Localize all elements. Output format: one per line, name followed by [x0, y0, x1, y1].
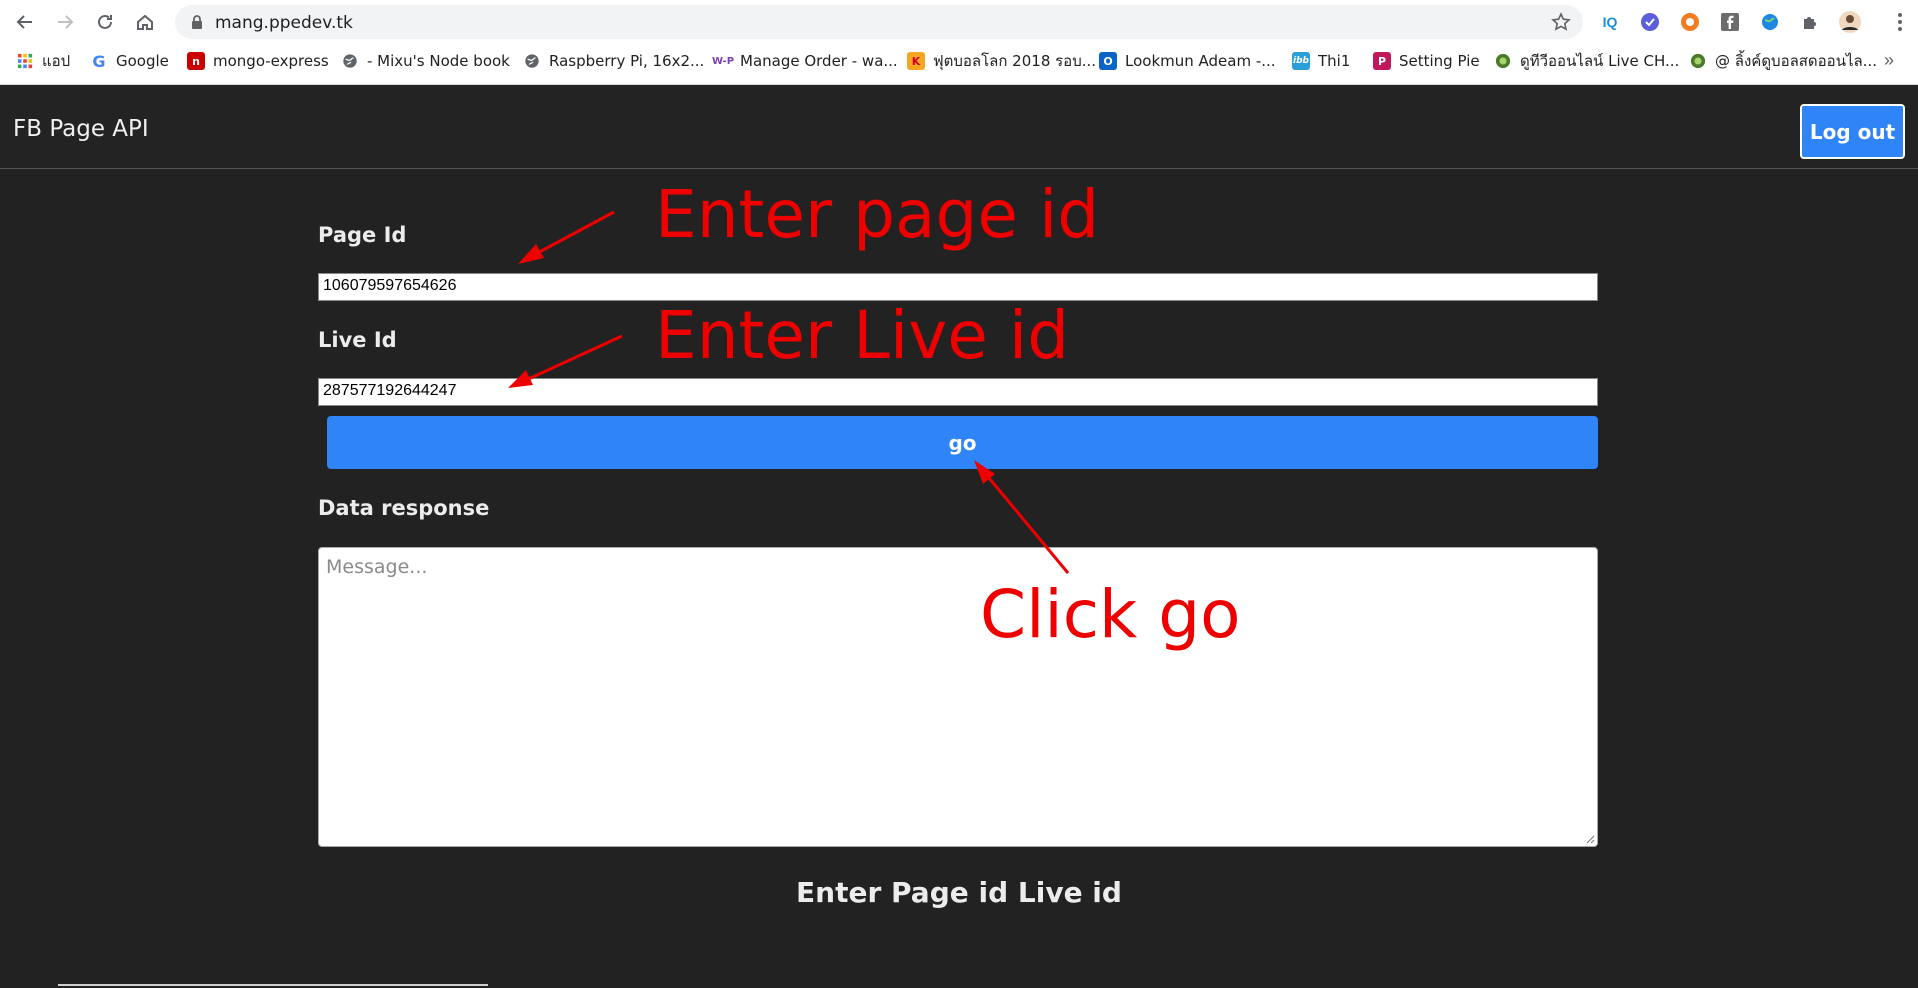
annotation-enter-live-id: Enter Live id — [655, 297, 1070, 374]
bookmark-manage-order[interactable]: W-P Manage Order - wa... — [711, 50, 898, 72]
browser-chrome: mang.ppedev.tk IQ แอป G Google n mongo-e… — [0, 0, 1918, 85]
textarea-placeholder: Message... — [326, 556, 428, 578]
annotation-click-go: Click go — [980, 576, 1241, 653]
bottom-divider — [58, 984, 488, 986]
lock-icon — [192, 15, 202, 29]
bookmark-mixu-node-book[interactable]: - Mixu's Node book — [341, 50, 510, 72]
data-response-label: Data response — [318, 496, 490, 520]
browser-toolbar: mang.ppedev.tk IQ — [0, 0, 1918, 44]
bookmark-lookmun-adeam[interactable]: O Lookmun Adeam -... — [1099, 50, 1276, 72]
arrow-to-page-id — [518, 210, 615, 264]
app-navbar: FB Page API Log out — [0, 86, 1918, 169]
globe-icon — [523, 52, 541, 70]
tv-icon — [1494, 52, 1512, 70]
data-response-textarea[interactable]: Message... — [318, 547, 1598, 847]
globe-extension-icon[interactable] — [1758, 10, 1782, 34]
brand-title[interactable]: FB Page API — [13, 116, 149, 142]
lifebuoy-extension-icon[interactable] — [1678, 10, 1702, 34]
tv-icon — [1689, 52, 1707, 70]
bookmark-apps[interactable]: แอป — [16, 50, 70, 72]
npm-icon: n — [187, 52, 205, 70]
page-id-label: Page Id — [318, 223, 407, 247]
bookmarks-overflow-icon[interactable]: » — [1884, 50, 1894, 71]
live-id-input[interactable]: 287577192644247 — [318, 378, 1598, 406]
live-id-label: Live Id — [318, 328, 397, 352]
wp-icon: W-P — [711, 55, 735, 67]
globe-icon — [341, 52, 359, 70]
bookmark-star-icon[interactable] — [1551, 12, 1571, 32]
resize-grip-icon[interactable] — [1585, 834, 1595, 844]
annotation-enter-page-id: Enter page id — [655, 176, 1100, 253]
footer-instruction: Enter Page id Live id — [796, 876, 1122, 909]
bookmark-raspberry-pi[interactable]: Raspberry Pi, 16x2... — [523, 50, 704, 72]
bookmark-world-cup[interactable]: K ฟุตบอลโลก 2018 รอบ... — [907, 50, 1096, 72]
bookmark-google[interactable]: G Google — [90, 50, 168, 72]
address-bar[interactable]: mang.ppedev.tk — [175, 5, 1583, 39]
bookmark-setting-pie[interactable]: P Setting Pie — [1373, 50, 1480, 72]
outlook-icon: O — [1099, 52, 1117, 70]
pie-icon: P — [1373, 52, 1391, 70]
logout-button[interactable]: Log out — [1800, 104, 1905, 159]
facebook-extension-icon[interactable] — [1718, 10, 1742, 34]
bookmark-mongo-express[interactable]: n mongo-express — [187, 50, 329, 72]
ibb-icon: ibb — [1292, 52, 1310, 70]
bookmarks-bar: แอป G Google n mongo-express - Mixu's No… — [0, 46, 1918, 76]
back-icon[interactable] — [11, 8, 39, 36]
google-icon: G — [92, 51, 106, 71]
apps-grid-icon — [16, 52, 34, 70]
bookmark-thi1[interactable]: ibb Thi1 — [1292, 50, 1350, 72]
profile-avatar-icon[interactable] — [1838, 10, 1862, 34]
bookmark-football-live[interactable]: @ ลิ้งค์ดูบอลสดออนไล... — [1689, 50, 1877, 72]
home-icon[interactable] — [131, 8, 159, 36]
iq-extension-icon[interactable]: IQ — [1598, 10, 1622, 34]
go-button[interactable]: go — [327, 416, 1598, 469]
menu-dots-icon[interactable] — [1896, 10, 1904, 34]
bookmark-tv-online[interactable]: ดูทีวีออนไลน์ Live CH... — [1494, 50, 1679, 72]
url-text: mang.ppedev.tk — [215, 13, 353, 33]
check-extension-icon[interactable] — [1638, 10, 1662, 34]
extensions-puzzle-icon[interactable] — [1798, 10, 1822, 34]
reload-icon[interactable] — [91, 8, 119, 36]
k-icon: K — [907, 52, 925, 70]
forward-icon[interactable] — [51, 8, 79, 36]
